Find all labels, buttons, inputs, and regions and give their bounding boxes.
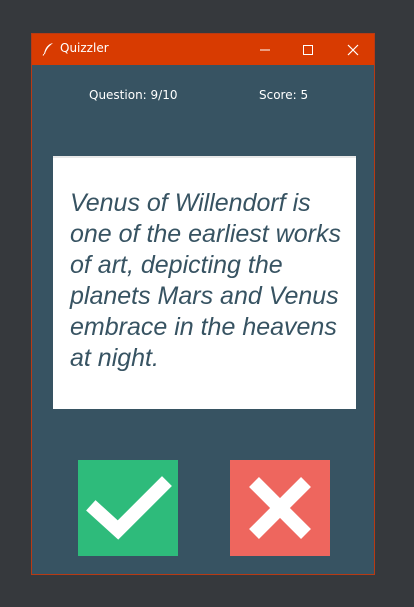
app-title: Quizzler [60, 41, 109, 55]
title-bar[interactable]: Quizzler [32, 34, 374, 65]
feather-icon [42, 43, 53, 56]
close-button[interactable] [330, 34, 376, 65]
false-button[interactable] [230, 460, 330, 556]
maximize-button[interactable] [285, 34, 331, 65]
question-counter: Question: 9/10 [89, 88, 178, 102]
minimize-button[interactable] [242, 34, 288, 65]
question-card: Venus of Willendorf is one of the earlie… [53, 156, 356, 409]
quizzler-window: Quizzler Question: 9/10 Score: 5 Venus o… [31, 33, 375, 575]
true-button[interactable] [78, 460, 178, 556]
score-label: Score: 5 [259, 88, 309, 102]
close-icon [347, 44, 359, 55]
question-text: Venus of Willendorf is one of the earlie… [70, 189, 341, 372]
maximize-icon [303, 44, 313, 55]
x-mark-icon [249, 477, 311, 539]
checkmark-icon [86, 476, 172, 540]
minimize-icon [260, 49, 270, 50]
